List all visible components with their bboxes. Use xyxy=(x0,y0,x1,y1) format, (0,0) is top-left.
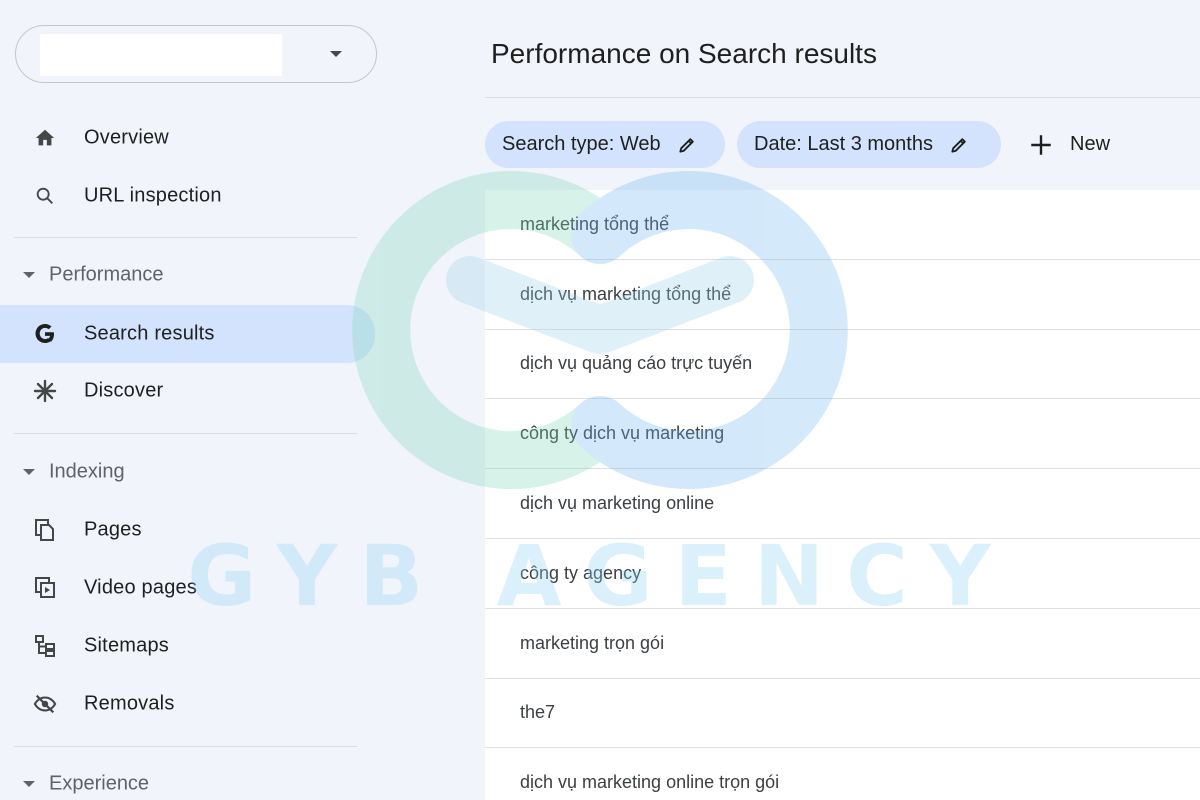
collapse-arrow-icon xyxy=(23,469,35,475)
sidebar-item-overview[interactable]: Overview xyxy=(0,110,375,166)
table-row[interactable]: marketing tổng thể xyxy=(485,190,1200,260)
section-label: Experience xyxy=(49,772,150,795)
table-row[interactable]: dịch vụ marketing tổng thể xyxy=(485,260,1200,330)
edit-pencil-icon xyxy=(949,135,969,155)
google-g-icon xyxy=(33,322,57,346)
query-text: công ty dịch vụ marketing xyxy=(520,423,725,444)
section-toggle-performance[interactable]: Performance xyxy=(0,255,375,295)
plus-icon xyxy=(1028,132,1054,158)
query-text: công ty agency xyxy=(520,562,642,583)
sidebar-divider xyxy=(14,746,357,747)
edit-pencil-icon xyxy=(677,135,697,155)
query-table: marketing tổng thể dịch vụ marketing tổn… xyxy=(485,190,1200,800)
table-row[interactable]: công ty dịch vụ marketing xyxy=(485,399,1200,470)
collapse-arrow-icon xyxy=(23,272,35,278)
new-filter-button[interactable]: New xyxy=(1028,121,1110,168)
section-label: Performance xyxy=(49,263,164,286)
sidebar-item-sitemaps[interactable]: Sitemaps xyxy=(0,618,375,674)
pages-icon xyxy=(33,518,57,542)
sidebar-item-url-inspection[interactable]: URL inspection xyxy=(0,168,375,224)
new-label: New xyxy=(1070,133,1111,155)
main-content: Performance on Search results Search typ… xyxy=(485,0,1200,800)
asterisk-icon xyxy=(33,379,57,403)
sidebar-item-label: Video pages xyxy=(84,576,198,599)
table-row[interactable]: dịch vụ marketing online trọn gói xyxy=(485,748,1200,800)
query-text: dịch vụ marketing tổng thể xyxy=(520,283,732,304)
sidebar-item-label: Sitemaps xyxy=(84,634,169,657)
sidebar-item-label: Discover xyxy=(84,379,164,402)
sidebar-item-pages[interactable]: Pages xyxy=(0,502,375,558)
filter-chip-search-type[interactable]: Search type: Web xyxy=(485,121,725,168)
title-divider xyxy=(485,97,1200,98)
page-title: Performance on Search results xyxy=(491,38,877,69)
section-toggle-indexing[interactable]: Indexing xyxy=(0,452,375,492)
query-text: the7 xyxy=(520,702,556,723)
chip-label: Date: Last 3 months xyxy=(754,133,933,155)
query-text: marketing trọn gói xyxy=(520,632,665,653)
video-pages-icon xyxy=(33,576,57,600)
sidebar-divider xyxy=(14,237,357,238)
sidebar-item-label: Removals xyxy=(84,692,175,715)
dropdown-caret-icon[interactable] xyxy=(330,51,342,57)
section-toggle-experience[interactable]: Experience xyxy=(0,764,375,800)
collapse-arrow-icon xyxy=(23,781,35,787)
sidebar-item-label: URL inspection xyxy=(84,184,222,207)
chip-label: Search type: Web xyxy=(502,133,661,155)
sidebar-item-discover[interactable]: Discover xyxy=(0,363,375,419)
sidebar-item-label: Search results xyxy=(84,322,215,345)
section-label: Indexing xyxy=(49,460,125,483)
table-row[interactable]: dịch vụ marketing online xyxy=(485,469,1200,539)
sitemap-icon xyxy=(33,634,57,658)
eye-off-icon xyxy=(33,692,57,716)
query-text: marketing tổng thể xyxy=(520,213,670,234)
table-row[interactable]: marketing trọn gói xyxy=(485,609,1200,679)
sidebar-item-removals[interactable]: Removals xyxy=(0,676,375,732)
property-selector[interactable] xyxy=(15,25,377,83)
sidebar-item-label: Pages xyxy=(84,518,142,541)
query-text: dịch vụ marketing online trọn gói xyxy=(520,772,780,793)
search-icon xyxy=(33,184,57,208)
sidebar-item-label: Overview xyxy=(84,126,169,149)
sidebar-item-search-results[interactable]: Search results xyxy=(0,305,375,363)
filter-chip-date[interactable]: Date: Last 3 months xyxy=(737,121,1001,168)
query-text: dịch vụ quảng cáo trực tuyến xyxy=(520,353,753,374)
table-row[interactable]: dịch vụ quảng cáo trực tuyến xyxy=(485,330,1200,400)
sidebar-item-video-pages[interactable]: Video pages xyxy=(0,560,375,616)
query-text: dịch vụ marketing online xyxy=(520,493,715,514)
property-name-redacted xyxy=(40,34,282,76)
table-row[interactable]: công ty agency xyxy=(485,539,1200,609)
sidebar: Overview URL inspection Performance Sear… xyxy=(0,0,377,800)
table-row[interactable]: the7 xyxy=(485,679,1200,749)
home-icon xyxy=(33,126,57,150)
sidebar-divider xyxy=(14,433,357,434)
